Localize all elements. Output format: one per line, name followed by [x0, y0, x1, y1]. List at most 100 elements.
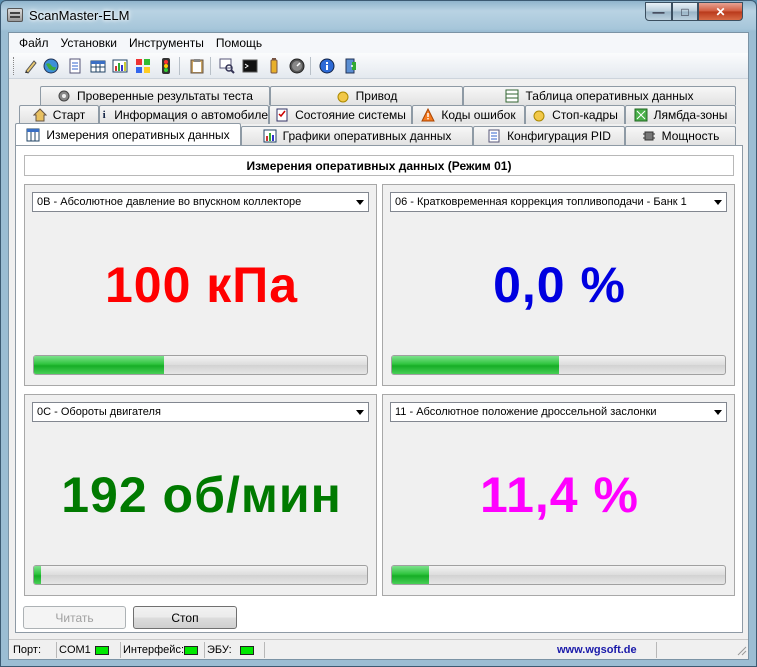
- toolbar-separator: [210, 57, 211, 75]
- clipboard-icon[interactable]: [189, 58, 205, 74]
- status-bar: Порт: COM1 Интерфейс: ЭБУ: www.wgsoft.de: [9, 639, 748, 659]
- gauge-value: 0,0 %: [493, 257, 626, 313]
- status-port-label: Порт:: [13, 642, 57, 658]
- table-icon: [26, 128, 40, 142]
- tab-pid-config[interactable]: Конфигурация PID: [473, 126, 625, 145]
- pid-select-value: 0B - Абсолютное давление во впускном кол…: [37, 196, 302, 208]
- hand-icon: [336, 89, 350, 103]
- port-value: COM1: [59, 644, 91, 656]
- gauge-progress-fill: [34, 356, 164, 374]
- battery-icon[interactable]: [266, 58, 282, 74]
- chevron-down-icon: [714, 410, 722, 415]
- pid-select[interactable]: 0B - Абсолютное давление во впускном кол…: [32, 192, 369, 212]
- gauge-icon[interactable]: [289, 58, 305, 74]
- chevron-down-icon: [356, 410, 364, 415]
- document-icon[interactable]: [67, 58, 83, 74]
- terminal-icon[interactable]: [242, 58, 258, 74]
- menu-settings[interactable]: Установки: [55, 36, 123, 50]
- gauge-top-left: 0B - Абсолютное давление во впускном кол…: [24, 184, 377, 386]
- chart-icon: [263, 129, 277, 143]
- pid-select-value: 06 - Кратковременная коррекция топливопо…: [395, 196, 687, 208]
- app-icon: [7, 8, 23, 22]
- status-interface: Интерфейс:: [123, 642, 205, 658]
- tab-freeze-frames[interactable]: Стоп-кадры: [525, 105, 625, 124]
- ecu-label: ЭБУ:: [207, 644, 232, 656]
- inspect-icon[interactable]: [219, 58, 235, 74]
- sensor-icon: [634, 108, 648, 122]
- gauge-top-right: 06 - Кратковременная коррекция топливопо…: [382, 184, 735, 386]
- menu-tools[interactable]: Инструменты: [123, 36, 210, 50]
- globe-icon[interactable]: [43, 58, 59, 74]
- gauge-bottom-right: 11 - Абсолютное положение дроссельной за…: [382, 394, 735, 596]
- status-port: COM1: [59, 642, 121, 658]
- ecu-status-led: [239, 645, 254, 655]
- gauge-progress-bar: [33, 565, 368, 585]
- info-icon: i: [102, 109, 106, 121]
- tab-lambda-sensors[interactable]: Лямбда-зоны: [625, 105, 736, 124]
- pid-select-value: 11 - Абсолютное положение дроссельной за…: [395, 406, 657, 418]
- close-button[interactable]: ✕: [698, 2, 743, 21]
- gauge-progress-bar: [33, 355, 368, 375]
- traffic-light-icon[interactable]: [158, 58, 174, 74]
- pen-icon[interactable]: [23, 58, 39, 74]
- tab-start[interactable]: Старт: [19, 105, 99, 124]
- pid-select[interactable]: 11 - Абсолютное положение дроссельной за…: [390, 402, 727, 422]
- tab-power[interactable]: Мощность: [625, 126, 736, 145]
- info-icon[interactable]: [319, 58, 335, 74]
- tab-vehicle-info[interactable]: i Информация о автомобиле: [99, 105, 269, 124]
- table-icon[interactable]: [90, 58, 106, 74]
- title-bar[interactable]: ScanMaster-ELM — □ ✕: [1, 1, 756, 31]
- gear-icon: [57, 89, 71, 103]
- windows-flag-icon[interactable]: [135, 58, 151, 74]
- read-button[interactable]: Читать: [23, 606, 126, 629]
- menu-file[interactable]: Файл: [13, 36, 55, 50]
- stop-button[interactable]: Стоп: [133, 606, 237, 629]
- table-icon: [505, 89, 519, 103]
- gauge-progress-fill: [392, 566, 429, 584]
- house-icon: [32, 108, 47, 122]
- tab-system-status[interactable]: Состояние системы: [269, 105, 412, 124]
- tab-strip: Проверенные результаты теста Привод Табл…: [9, 81, 748, 147]
- checklist-icon: [275, 108, 289, 122]
- client-area: Файл Установки Инструменты Помощь Провер…: [8, 32, 749, 660]
- gauge-value: 11,4 %: [480, 467, 639, 523]
- document-icon: [487, 129, 501, 143]
- tab-live-measurements[interactable]: Измерения оперативных данных: [15, 123, 241, 145]
- hand-icon: [532, 108, 546, 122]
- toolbar-separator: [179, 57, 180, 75]
- window-title: ScanMaster-ELM: [29, 8, 130, 23]
- minimize-button[interactable]: —: [645, 2, 672, 21]
- tab-drive[interactable]: Привод: [270, 86, 463, 105]
- gauge-progress-bar: [391, 355, 726, 375]
- pid-select[interactable]: 0C - Обороты двигателя: [32, 402, 369, 422]
- maximize-button[interactable]: □: [672, 2, 698, 21]
- tab-live-data-table[interactable]: Таблица оперативных данных: [463, 86, 736, 105]
- menu-help[interactable]: Помощь: [210, 36, 268, 50]
- website-link[interactable]: www.wgsoft.de: [557, 642, 657, 658]
- gauge-progress-fill: [392, 356, 559, 374]
- app-window: ScanMaster-ELM — □ ✕ Файл Установки Инст…: [0, 0, 757, 667]
- port-status-led: [94, 645, 109, 655]
- tab-verified-results[interactable]: Проверенные результаты теста: [40, 86, 270, 105]
- pid-select[interactable]: 06 - Кратковременная коррекция топливопо…: [390, 192, 727, 212]
- chart-icon[interactable]: [112, 58, 128, 74]
- gauge-value: 192 об/мин: [61, 467, 342, 523]
- tab-trouble-codes[interactable]: Коды ошибок: [412, 105, 525, 124]
- gauge-bottom-left: 0C - Обороты двигателя 192 об/мин: [24, 394, 377, 596]
- interface-label: Интерфейс:: [123, 644, 184, 656]
- live-measurements-panel: Измерения оперативных данных (Режим 01) …: [15, 145, 743, 633]
- menu-bar: Файл Установки Инструменты Помощь: [9, 33, 748, 53]
- gauge-value: 100 кПа: [104, 257, 299, 313]
- status-ecu: ЭБУ:: [207, 642, 265, 658]
- resize-grip-icon[interactable]: [659, 642, 747, 658]
- exit-door-icon[interactable]: [343, 58, 359, 74]
- chevron-down-icon: [714, 200, 722, 205]
- toolbar-grip[interactable]: [13, 57, 16, 75]
- chip-icon: [642, 129, 656, 143]
- pid-select-value: 0C - Обороты двигателя: [37, 406, 161, 418]
- gauge-progress-bar: [391, 565, 726, 585]
- toolbar: [9, 53, 748, 79]
- tab-live-graphs[interactable]: Графики оперативных данных: [241, 126, 473, 145]
- warning-icon: [421, 108, 436, 122]
- chevron-down-icon: [356, 200, 364, 205]
